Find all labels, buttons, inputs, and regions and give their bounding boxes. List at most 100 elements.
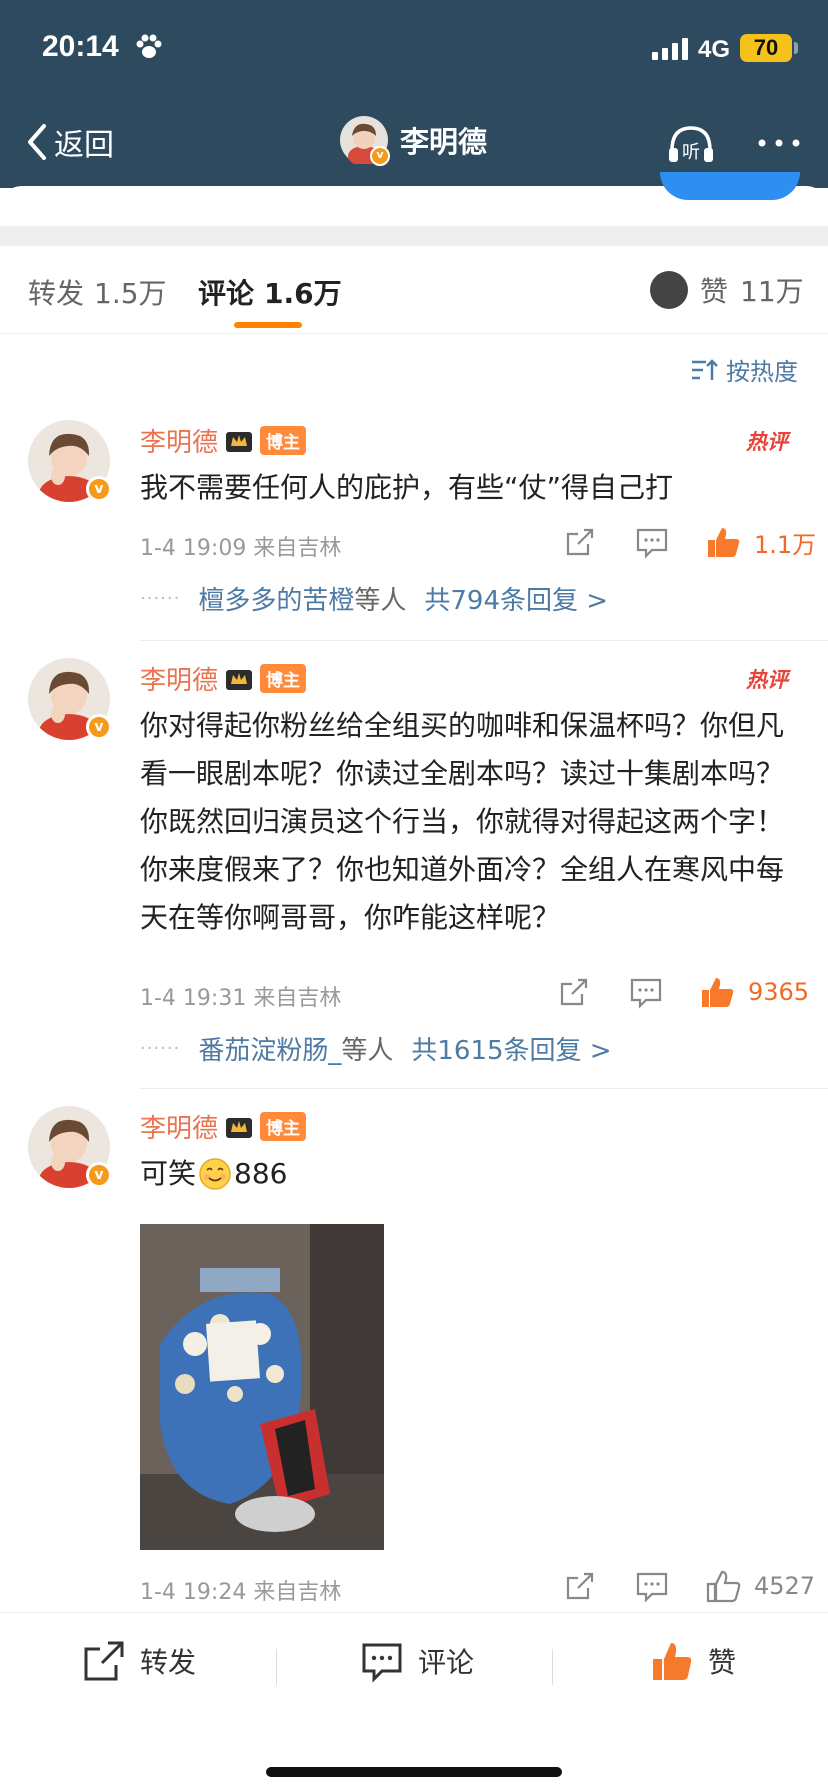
back-label: 返回 <box>54 128 114 163</box>
comment-source: 来自吉林 <box>253 986 342 1011</box>
svg-text:听: 听 <box>682 142 700 163</box>
tab-like-label: 赞 <box>700 275 729 308</box>
comment-author[interactable]: 李明德 <box>140 1108 218 1145</box>
tab-comment-label: 评论 <box>198 277 255 310</box>
hot-comment-badge: 热评 <box>746 668 788 692</box>
flower-bouquet-image <box>140 1224 384 1550</box>
share-icon[interactable] <box>560 1566 600 1606</box>
reply-summary[interactable]: ······ 番茄淀粉肠_ 等人 共1615条回复 > <box>140 1030 612 1067</box>
comment-source: 来自吉林 <box>253 536 342 561</box>
ellipsis-icon: ······ <box>140 1038 181 1059</box>
crown-icon <box>226 669 253 690</box>
tab-comment-count: 1.6万 <box>264 277 342 310</box>
comment-label: 评论 <box>418 1646 475 1679</box>
signal-icon <box>652 38 688 60</box>
smile-emoji-icon <box>199 1158 231 1190</box>
avatar: v <box>340 116 390 166</box>
blogger-badge: 博主 <box>260 426 307 455</box>
comment-text-suffix: 886 <box>234 1157 288 1190</box>
tab-like-count: 11万 <box>740 275 804 308</box>
bar-divider <box>552 1649 553 1685</box>
title-text: 李明德 <box>400 125 488 159</box>
battery-tip <box>794 42 798 54</box>
nav-bar: 返回 v 李明德 听 <box>0 108 828 178</box>
comment-photo[interactable] <box>140 1224 384 1550</box>
status-time: 20:14 <box>42 30 119 63</box>
tab-repost-count: 1.5万 <box>94 277 167 310</box>
share-icon[interactable] <box>554 972 594 1012</box>
like-button[interactable]: 赞 <box>650 1639 736 1683</box>
hot-comment-badge: 热评 <box>746 430 788 454</box>
comment-meta: 1-4 19:31 来自吉林 <box>140 980 341 1012</box>
comment-actions: 9365 <box>554 972 809 1012</box>
comment-text: 你对得起你粉丝给全组买的咖啡和保温杯吗？你但凡看一眼剧本呢？你读过全剧本吗？读过… <box>140 709 785 934</box>
reply-icon[interactable] <box>626 972 666 1012</box>
liker-avatar <box>650 271 688 309</box>
card-edge <box>0 172 828 226</box>
comment-text: 可笑 886 <box>140 1150 790 1198</box>
comment-time: 1-4 19:31 <box>140 986 247 1011</box>
comment-button[interactable]: 评论 <box>360 1639 474 1683</box>
repost-label: 转发 <box>140 1646 197 1679</box>
section-divider <box>0 226 828 246</box>
like-outline-icon[interactable] <box>704 1566 744 1606</box>
repost-icon <box>84 1641 124 1681</box>
reply-count: 共794条回复 > <box>424 586 609 616</box>
sort-icon <box>692 358 718 380</box>
follow-button-partial[interactable] <box>660 172 800 200</box>
comment-divider <box>140 640 828 641</box>
comment-author-row: 李明德 博主 <box>140 660 307 697</box>
comment-time: 1-4 19:09 <box>140 536 247 561</box>
comment-icon <box>362 1643 402 1683</box>
reply-mid: 等人 <box>341 1036 394 1066</box>
like-count: 1.1万 <box>754 530 817 559</box>
like-icon[interactable] <box>704 522 744 562</box>
reply-count: 共1615条回复 > <box>411 1036 612 1066</box>
crown-icon <box>226 1117 253 1138</box>
verified-badge-icon: v <box>86 1162 112 1188</box>
status-bar: 20:14 4G 70 <box>0 0 828 100</box>
reply-mid: 等人 <box>354 586 407 616</box>
comment-meta: 1-4 19:24 来自吉林 <box>140 1574 341 1606</box>
reply-icon[interactable] <box>632 1566 672 1606</box>
bar-divider <box>276 1649 277 1685</box>
blogger-badge: 博主 <box>260 1112 307 1141</box>
home-indicator <box>266 1767 562 1777</box>
page-title[interactable]: v 李明德 <box>340 116 488 166</box>
comment-author[interactable]: 李明德 <box>140 422 218 459</box>
sort-label: 按热度 <box>726 358 798 386</box>
comment-time: 1-4 19:24 <box>140 1580 247 1605</box>
comment-actions: 4527 <box>560 1566 815 1606</box>
tab-repost[interactable]: 转发 1.5万 <box>28 272 167 312</box>
listen-icon[interactable]: 听 <box>666 120 716 166</box>
reply-user: 番茄淀粉肠_ <box>198 1036 342 1066</box>
chevron-left-icon <box>28 124 46 160</box>
comment-divider <box>140 1088 828 1089</box>
comment-source: 来自吉林 <box>253 1580 342 1605</box>
tab-like[interactable]: 赞 11万 <box>650 270 804 310</box>
reply-summary[interactable]: ······ 檀多多的苦橙 等人 共794条回复 > <box>140 580 608 617</box>
bottom-action-bar: 转发 评论 赞 <box>0 1612 828 1792</box>
crown-icon <box>226 431 253 452</box>
reply-icon[interactable] <box>632 522 672 562</box>
comment-author[interactable]: 李明德 <box>140 660 218 697</box>
tab-bar: 转发 1.5万 评论 1.6万 赞 11万 <box>0 246 828 334</box>
more-icon[interactable] <box>756 128 802 158</box>
sort-button[interactable]: 按热度 <box>690 352 798 387</box>
battery-icon: 70 <box>740 34 792 62</box>
verified-badge-icon: v <box>370 146 390 166</box>
like-count: 9365 <box>748 978 810 1006</box>
tab-comment[interactable]: 评论 1.6万 <box>198 272 342 312</box>
blogger-badge: 博主 <box>260 664 307 693</box>
comment-text: 我不需要任何人的庇护，有些“仗”得自己打 <box>140 471 674 504</box>
comment-text-prefix: 可笑 <box>140 1157 197 1190</box>
comment-author-row: 李明德 博主 <box>140 422 307 459</box>
network-type: 4G <box>698 36 731 63</box>
active-tab-indicator <box>234 322 302 328</box>
repost-button[interactable]: 转发 <box>82 1639 196 1683</box>
like-icon[interactable] <box>698 972 738 1012</box>
tab-repost-label: 转发 <box>28 277 85 310</box>
share-icon[interactable] <box>560 522 600 562</box>
like-label: 赞 <box>708 1646 737 1679</box>
back-button[interactable]: 返回 <box>24 120 114 164</box>
